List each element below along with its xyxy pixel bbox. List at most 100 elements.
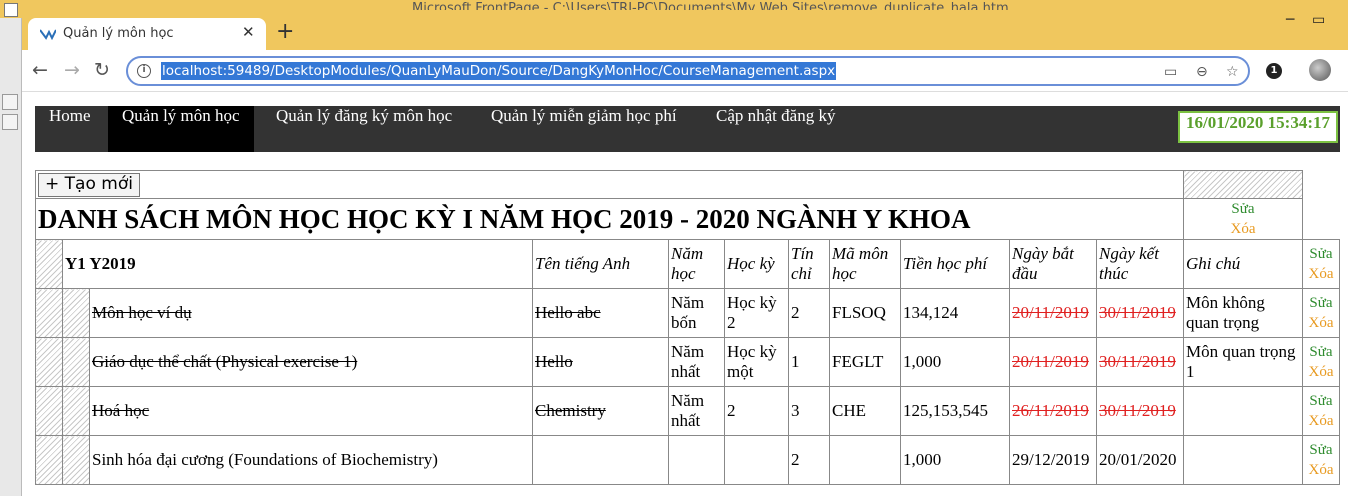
course-start-date: 26/11/2019 — [1009, 386, 1097, 436]
edit-link[interactable]: Sửa — [1305, 293, 1337, 313]
course-year: Năm nhất — [668, 337, 725, 387]
maximize-icon[interactable]: ▭ — [1312, 12, 1325, 28]
course-code: CHE — [829, 386, 901, 436]
course-english-name: Chemistry — [532, 386, 669, 436]
edit-link[interactable]: Sửa — [1186, 199, 1300, 219]
nav-item-home[interactable]: Home — [35, 106, 105, 152]
course-credits: 3 — [788, 386, 830, 436]
course-credits: 2 — [788, 435, 830, 485]
title-row: DANH SÁCH MÔN HỌC HỌC KỲ I NĂM HỌC 2019 … — [35, 198, 1340, 240]
course-english-name — [532, 435, 669, 485]
row-actions: Sửa Xóa — [1302, 239, 1340, 289]
table-row: Giáo dục thể chất (Physical exercise 1) … — [35, 337, 1340, 387]
nav-item-tuition-waiver[interactable]: Quản lý miễn giảm học phí — [477, 106, 691, 152]
course-start-date: 20/11/2019 — [1009, 288, 1097, 338]
course-name: Giáo dục thể chất (Physical exercise 1) — [89, 337, 533, 387]
course-year — [668, 435, 725, 485]
hatched-cell — [35, 288, 63, 338]
course-start-date: 20/11/2019 — [1009, 337, 1097, 387]
header-start-date: Ngày bắt đầu — [1009, 239, 1097, 289]
hatched-cell — [35, 386, 63, 436]
row-actions: Sửa Xóa — [1302, 435, 1340, 485]
delete-link[interactable]: Xóa — [1186, 219, 1300, 239]
delete-link[interactable]: Xóa — [1305, 460, 1337, 480]
web-page: Home Quản lý môn học Quản lý đăng ký môn… — [22, 93, 1348, 496]
header-note: Ghi chú — [1183, 239, 1303, 289]
course-end-date: 30/11/2019 — [1096, 337, 1184, 387]
profile-avatar[interactable] — [1309, 59, 1331, 81]
course-semester: Học kỳ một — [724, 337, 789, 387]
new-tab-button[interactable]: + — [276, 21, 294, 43]
course-english-name: Hello abc — [532, 288, 669, 338]
hatched-cell — [35, 435, 63, 485]
toolbar-row: + Tạo mới — [35, 170, 1340, 199]
hatched-cell — [35, 337, 63, 387]
header-english-name: Tên tiếng Anh — [532, 239, 669, 289]
tab-close-icon[interactable]: ✕ — [242, 23, 255, 41]
edit-link[interactable]: Sửa — [1305, 342, 1337, 362]
course-semester: Học kỳ 2 — [724, 288, 789, 338]
course-end-date: 30/11/2019 — [1096, 386, 1184, 436]
hatched-cell — [62, 386, 90, 436]
course-code — [829, 435, 901, 485]
delete-link[interactable]: Xóa — [1305, 264, 1337, 284]
host-left-toolbar — [0, 18, 22, 496]
header-course-code: Mã môn học — [829, 239, 901, 289]
edit-link[interactable]: Sửa — [1305, 244, 1337, 264]
site-favicon-icon — [40, 29, 56, 40]
create-new-button[interactable]: + Tạo mới — [38, 172, 140, 197]
nav-item-course-management[interactable]: Quản lý môn học — [108, 106, 254, 152]
hatched-cell — [62, 288, 90, 338]
row-actions: Sửa Xóa — [1302, 288, 1340, 338]
extension-icon[interactable]: 1 — [1266, 63, 1282, 79]
reload-icon[interactable]: ↻ — [94, 60, 110, 80]
table-row: Môn học ví dụ Hello abc Năm bốn Học kỳ 2… — [35, 288, 1340, 338]
header-credits: Tín chỉ — [788, 239, 830, 289]
edit-link[interactable]: Sửa — [1305, 440, 1337, 460]
course-note: Môn không quan trọng — [1183, 288, 1303, 338]
edit-link[interactable]: Sửa — [1305, 391, 1337, 411]
zoom-icon[interactable]: ⊖ — [1196, 64, 1208, 80]
host-tool-icon[interactable] — [2, 94, 18, 110]
nav-item-update-registration[interactable]: Cập nhật đăng ký — [702, 106, 849, 152]
course-tuition: 134,124 — [900, 288, 1010, 338]
cast-icon[interactable]: ▭ — [1164, 64, 1177, 80]
browser-tab[interactable]: Quản lý môn học ✕ — [28, 18, 266, 50]
row-actions: Sửa Xóa — [1302, 337, 1340, 387]
course-code: FEGLT — [829, 337, 901, 387]
course-end-date: 20/01/2020 — [1096, 435, 1184, 485]
course-name: Môn học ví dụ — [89, 288, 533, 338]
address-bar[interactable]: i localhost:59489/DesktopModules/QuanLyM… — [126, 56, 1250, 86]
delete-link[interactable]: Xóa — [1305, 362, 1337, 382]
browser-toolbar: ← → ↻ i localhost:59489/DesktopModules/Q… — [22, 50, 1348, 92]
hatched-cell — [62, 435, 90, 485]
header-tuition: Tiền học phí — [900, 239, 1010, 289]
course-end-date: 30/11/2019 — [1096, 288, 1184, 338]
browser-window: Quản lý môn học ✕ + ─ ▭ ← → ↻ i localhos… — [22, 10, 1348, 496]
course-code: FLSOQ — [829, 288, 901, 338]
course-start-date: 29/12/2019 — [1009, 435, 1097, 485]
clock-display: 16/01/2020 15:34:17 — [1177, 111, 1338, 143]
info-icon[interactable]: i — [137, 64, 151, 78]
url-text[interactable]: localhost:59489/DesktopModules/QuanLyMau… — [161, 62, 837, 80]
hatched-cell — [35, 239, 63, 289]
course-semester — [724, 435, 789, 485]
row-actions: Sửa Xóa — [1302, 386, 1340, 436]
header-semester: Học kỳ — [724, 239, 789, 289]
host-tool-icon[interactable] — [2, 114, 18, 130]
course-name: Hoá học — [89, 386, 533, 436]
course-tuition: 125,153,545 — [900, 386, 1010, 436]
course-table: + Tạo mới DANH SÁCH MÔN HỌC HỌC KỲ I NĂM… — [35, 170, 1340, 485]
forward-arrow-icon[interactable]: → — [64, 60, 80, 80]
frontpage-app-icon — [4, 3, 18, 17]
delete-link[interactable]: Xóa — [1305, 411, 1337, 431]
row-actions: Sửa Xóa — [1183, 198, 1303, 240]
nav-item-registration-management[interactable]: Quản lý đăng ký môn học — [262, 106, 466, 152]
minimize-icon[interactable]: ─ — [1286, 12, 1294, 28]
course-credits: 2 — [788, 288, 830, 338]
back-arrow-icon[interactable]: ← — [32, 60, 48, 80]
course-name: Sinh hóa đại cương (Foundations of Bioch… — [89, 435, 533, 485]
delete-link[interactable]: Xóa — [1305, 313, 1337, 333]
table-row: Hoá học Chemistry Năm nhất 2 3 CHE 125,1… — [35, 386, 1340, 436]
bookmark-star-icon[interactable]: ☆ — [1226, 64, 1239, 80]
